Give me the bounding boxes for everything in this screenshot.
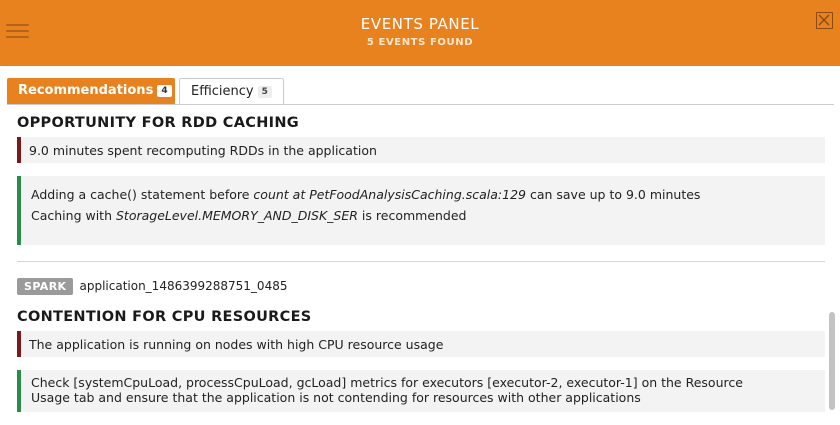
close-icon[interactable] xyxy=(816,12,833,29)
tab-recommendations[interactable]: Recommendations 4 xyxy=(7,78,175,105)
panel-title: EVENTS PANEL xyxy=(360,15,480,33)
event-symptom: 9.0 minutes spent recomputing RDDs in th… xyxy=(17,137,825,163)
event-divider xyxy=(17,261,825,262)
application-id: application_1486399288751_0485 xyxy=(79,279,288,293)
tab-efficiency[interactable]: Efficiency 5 xyxy=(179,78,284,105)
advice-line: Usage tab and ensure that the applicatio… xyxy=(31,390,641,405)
tab-label: Recommendations xyxy=(18,83,154,98)
event-source: SPARK application_1486399288751_0485 xyxy=(17,278,287,295)
scrollbar[interactable] xyxy=(829,312,835,410)
event-symptom: The application is running on nodes with… xyxy=(17,331,825,357)
events-list[interactable]: OPPORTUNITY FOR RDD CACHING 9.0 minutes … xyxy=(0,105,840,425)
event-title: CONTENTION FOR CPU RESOURCES xyxy=(17,309,312,325)
events-count: 5 EVENTS FOUND xyxy=(366,37,474,48)
events-panel-header: EVENTS PANEL 5 EVENTS FOUND xyxy=(0,0,840,66)
event-advice: Check [systemCpuLoad, processCpuLoad, gc… xyxy=(17,370,825,412)
spark-badge: SPARK xyxy=(17,278,74,295)
advice-line: Adding a cache() statement before count … xyxy=(31,187,701,202)
advice-line: Check [systemCpuLoad, processCpuLoad, gc… xyxy=(31,375,743,390)
event-advice: Adding a cache() statement before count … xyxy=(17,176,825,245)
tab-label: Efficiency xyxy=(191,84,254,99)
event-title: OPPORTUNITY FOR RDD CACHING xyxy=(17,115,299,131)
tab-count-badge: 4 xyxy=(157,85,172,97)
advice-line: Caching with StorageLevel.MEMORY_AND_DIS… xyxy=(31,208,467,223)
tab-count-badge: 5 xyxy=(257,86,272,98)
